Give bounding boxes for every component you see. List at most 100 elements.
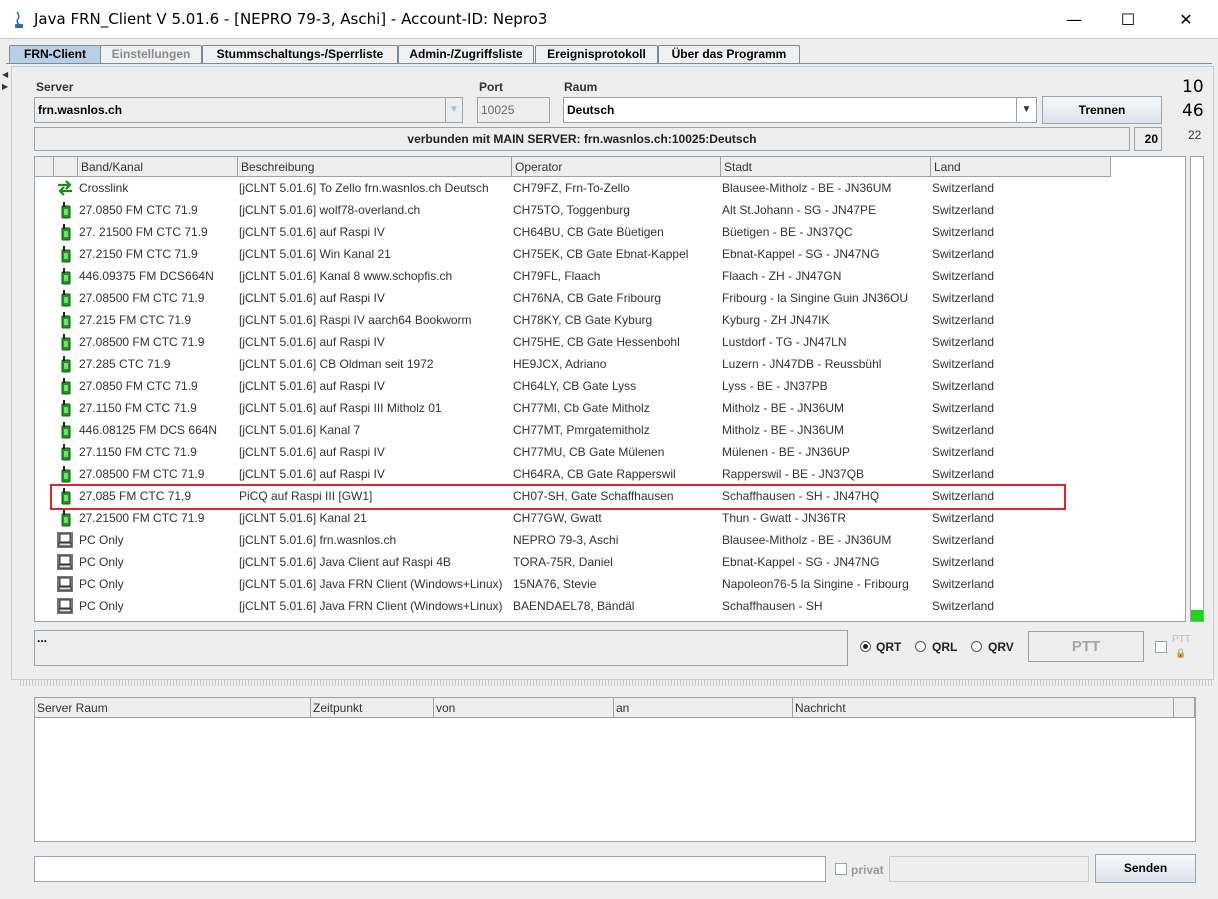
column-header-description[interactable]: Beschreibung [238,157,512,177]
port-label: Port [479,80,503,94]
cell-description: [jCLNT 5.01.6] auf Raspi IV [239,335,385,349]
tab-admin[interactable]: Admin-/Zugriffsliste [398,45,534,63]
cell-operator: CH75EK, CB Gate Ebnat-Kappel [513,247,689,261]
pc-icon [56,553,74,571]
port-field[interactable]: 10025 [477,97,550,123]
table-row[interactable]: 446.08125 FM DCS 664N [jCLNT 5.01.6] Kana… [35,419,1185,441]
qrt-radio[interactable] [860,641,871,652]
tab-frn-client[interactable]: FRN-Client [9,45,101,63]
radio-icon [56,509,74,527]
table-row[interactable]: 27.1150 FM CTC 71.9 [jCLNT 5.01.6] auf Ra… [35,441,1185,463]
cell-operator: CH79FL, Flaach [513,269,601,283]
minimize-button[interactable]: — [1046,0,1102,38]
private-checkbox[interactable] [835,863,847,875]
cell-operator: HE9JCX, Adriano [513,357,607,371]
table-row[interactable]: 27.21500 FM CTC 71.9 [jCLNT 5.01.6] Kanal… [35,507,1185,529]
cell-city: Napoleon76-5 la Singine - Fribourg [722,577,909,591]
table-row[interactable]: 27.08500 FM CTC 71.9 [jCLNT 5.01.6] auf R… [35,331,1185,353]
cell-description: [jCLNT 5.01.6] auf Raspi IV [239,379,385,393]
cell-description: [jCLNT 5.01.6] Win Kanal 21 [239,247,391,261]
table-row[interactable]: PC Only [jCLNT 5.01.6] frn.wasnlos.ch NEPR… [35,529,1185,551]
cell-band: 27. 21500 FM CTC 71.9 [79,225,208,239]
cell-country: Switzerland [932,533,995,547]
table-row[interactable]: 27.08500 FM CTC 71.9 [jCLNT 5.01.6] auf R… [35,463,1185,485]
cell-country: Switzerland [932,423,995,437]
column-header-server-room[interactable]: Server Raum [35,698,311,718]
cell-city: Ebnat-Kappel - SG - JN47NG [722,247,880,261]
server-label: Server [36,80,74,94]
radio-icon [56,267,74,285]
table-row[interactable]: PC Only [jCLNT 5.01.6] Java Client auf Ra… [35,551,1185,573]
qrv-radio[interactable] [971,641,982,652]
column-header-time[interactable]: Zeitpunkt [311,698,434,718]
ptt-button[interactable]: PTT [1028,631,1144,662]
radio-icon [56,421,74,439]
tab-ereignisprotokoll[interactable]: Ereignisprotokoll [535,45,658,63]
table-row[interactable]: 27.0850 FM CTC 71.9 [jCLNT 5.01.6] auf Ra… [35,375,1185,397]
split-divider[interactable] [20,680,1212,686]
ptt-lock-label: PTT [1172,634,1191,645]
radio-icon [56,245,74,263]
column-header-to[interactable]: an [614,698,793,718]
room-combobox[interactable]: Deutsch [563,97,1017,123]
cell-band: PC Only [79,555,124,569]
table-row[interactable]: 27. 21500 FM CTC 71.9 [jCLNT 5.01.6] auf … [35,221,1185,243]
cell-description: [jCLNT 5.01.6] Kanal 21 [239,511,367,525]
message-input[interactable] [34,856,826,882]
server-dropdown-icon[interactable]: ▼ [445,97,463,123]
info-area: ... [34,630,848,666]
qrl-radio[interactable] [915,641,926,652]
maximize-button[interactable]: ☐ [1100,0,1156,38]
room-dropdown-icon[interactable]: ▼ [1016,97,1037,123]
arrow-left-icon: ◀ [2,70,9,79]
table-row[interactable]: 27.08500 FM CTC 71.9 [jCLNT 5.01.6] auf R… [35,287,1185,309]
cell-description: [jCLNT 5.01.6] auf Raspi IV [239,467,385,481]
title-bar: Java FRN_Client V 5.01.6 - [NEPRO 79-3, … [0,0,1218,38]
table-row[interactable]: 27.1150 FM CTC 71.9 [jCLNT 5.01.6] auf Ra… [35,397,1185,419]
column-header-message[interactable]: Nachricht [793,698,1174,718]
qrl-label: QRL [932,640,958,654]
tab-ueber[interactable]: Über das Programm [658,45,800,63]
cell-band: 27.08500 FM CTC 71.9 [79,467,205,481]
cell-country: Switzerland [932,181,995,195]
left-splitter[interactable]: ◀ ▶ [0,66,10,678]
cell-operator: CH77MU, CB Gate Mülenen [513,445,665,459]
cell-operator: CH76NA, CB Gate Fribourg [513,291,662,305]
cell-band: 27.215 FM CTC 71.9 [79,313,192,327]
column-header-band[interactable]: Band/Kanal [78,157,238,177]
radio-icon [56,355,74,373]
cell-city: Mitholz - BE - JN36UM [722,423,845,437]
table-row[interactable]: PC Only [jCLNT 5.01.6] Java FRN Client (W… [35,595,1185,617]
server-combobox[interactable]: frn.wasnlos.ch [34,97,446,123]
tab-stummschaltung[interactable]: Stummschaltungs-/Sperrliste [202,45,398,63]
cell-operator: CH64LY, CB Gate Lyss [513,379,637,393]
cell-country: Switzerland [932,225,995,239]
private-recipient-field[interactable] [889,856,1089,882]
column-header-country[interactable]: Land [931,157,1111,177]
column-header-city[interactable]: Stadt [721,157,931,177]
table-row[interactable]: 27.2150 FM CTC 71.9 [jCLNT 5.01.6] Win Ka… [35,243,1185,265]
cell-operator: CH64RA, CB Gate Rapperswil [513,467,676,481]
table-row[interactable]: 27.215 FM CTC 71.9 [jCLNT 5.01.6] Raspi I… [35,309,1185,331]
table-row[interactable]: 27.285 CTC 71.9 [jCLNT 5.01.6] CB Oldman … [35,353,1185,375]
pc-icon [56,531,74,549]
close-icon: ✕ [1179,9,1193,29]
message-table-corner [1174,698,1195,718]
tab-einstellungen[interactable]: Einstellungen [100,45,202,63]
client-table: Band/Kanal Beschreibung Operator Stadt L… [34,156,1186,622]
send-button[interactable]: Senden [1095,854,1196,883]
close-button[interactable]: ✕ [1158,0,1214,38]
cell-city: Rapperswil - BE - JN37QB [722,467,865,481]
table-row[interactable]: Crosslink [jCLNT 5.01.6] To Zello frn.was… [35,177,1185,199]
column-header-operator[interactable]: Operator [512,157,721,177]
cell-city: Schaffhausen - SH [722,599,823,613]
table-row[interactable]: 27.0850 FM CTC 71.9 [jCLNT 5.01.6] wolf78… [35,199,1185,221]
disconnect-button[interactable]: Trennen [1042,96,1162,124]
level-meter-fill [1191,610,1203,621]
cell-country: Switzerland [932,445,995,459]
column-header-from[interactable]: von [434,698,614,718]
table-row[interactable]: PC Only [jCLNT 5.01.6] Java FRN Client (W… [35,573,1185,595]
ptt-lock-checkbox[interactable] [1155,641,1167,653]
table-row[interactable]: 446.09375 FM DCS664N [jCLNT 5.01.6] Kanal… [35,265,1185,287]
cell-country: Switzerland [932,401,995,415]
